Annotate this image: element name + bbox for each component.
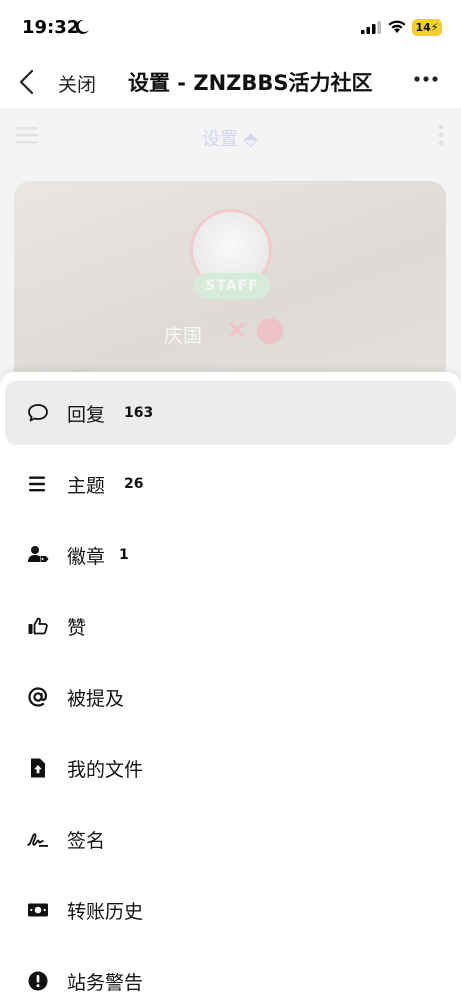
wifi-icon	[388, 20, 406, 33]
background-content: 设置 ⬘ STAFF 庆国	[0, 108, 461, 411]
signature-icon	[27, 833, 48, 847]
menu-item-likes[interactable]: 赞	[5, 594, 456, 658]
back-icon[interactable]	[14, 66, 42, 98]
tools-icon	[229, 322, 245, 338]
user-role-icon	[257, 318, 283, 344]
moon-icon	[75, 19, 89, 34]
close-button[interactable]: 关闭	[58, 70, 96, 97]
money-icon	[28, 903, 48, 917]
menu-item-replies[interactable]: 回复 163	[5, 381, 456, 445]
battery-level: 14	[415, 21, 431, 34]
menu-item-label: 站务警告	[67, 972, 144, 994]
menu-item-signature[interactable]: 签名	[5, 807, 456, 871]
menu-item-label: 签名	[67, 830, 106, 852]
nav-bar: 关闭 设置 - ZNZBBS活力社区	[0, 58, 461, 108]
menu-item-site-warnings[interactable]: 站务警告	[5, 949, 456, 999]
menu-item-my-files[interactable]: 我的文件	[5, 736, 456, 800]
menu-item-count: 163	[124, 405, 154, 421]
menu-item-topics[interactable]: 主题 26	[5, 452, 456, 516]
status-time: 19:32	[22, 17, 80, 38]
username: 庆国	[164, 325, 203, 347]
menu-item-label: 徽章	[67, 546, 106, 568]
exclamation-circle-icon	[28, 971, 48, 991]
list-icon	[29, 476, 45, 492]
menu-item-label: 赞	[67, 617, 87, 639]
staff-badge: STAFF	[194, 273, 270, 299]
menu-item-mentions[interactable]: 被提及	[5, 665, 456, 729]
menu-item-label: 被提及	[67, 688, 125, 710]
menu-item-count: 1	[119, 547, 129, 563]
user-tag-icon	[28, 546, 49, 562]
menu-icon	[16, 127, 38, 144]
menu-item-label: 主题	[67, 475, 106, 497]
signal-icon	[361, 21, 381, 34]
more-icon[interactable]	[414, 76, 438, 82]
kebab-icon	[438, 124, 444, 146]
background-toolbar: 设置 ⬘	[0, 108, 461, 164]
menu-item-label: 转账历史	[67, 901, 144, 923]
menu-item-transfer-history[interactable]: 转账历史	[5, 878, 456, 942]
status-bar: 19:32 14⚡	[0, 0, 461, 58]
thumbs-up-icon	[28, 617, 48, 635]
at-icon	[28, 687, 47, 707]
menu-item-label: 我的文件	[67, 759, 144, 781]
menu-item-label: 回复	[67, 404, 106, 426]
battery-indicator: 14⚡	[412, 19, 442, 36]
menu-item-badges[interactable]: 徽章 1	[5, 523, 456, 587]
menu-item-count: 26	[124, 476, 144, 492]
profile-menu-sheet: 回复 163 主题 26 徽章 1 赞 被提及 我的文件 签名 转账历史 站务警…	[0, 372, 461, 999]
comment-icon	[28, 404, 48, 422]
background-title: 设置 ⬘	[202, 129, 258, 150]
page-title: 设置 - ZNZBBS活力社区	[128, 71, 373, 95]
file-upload-icon	[31, 758, 45, 778]
